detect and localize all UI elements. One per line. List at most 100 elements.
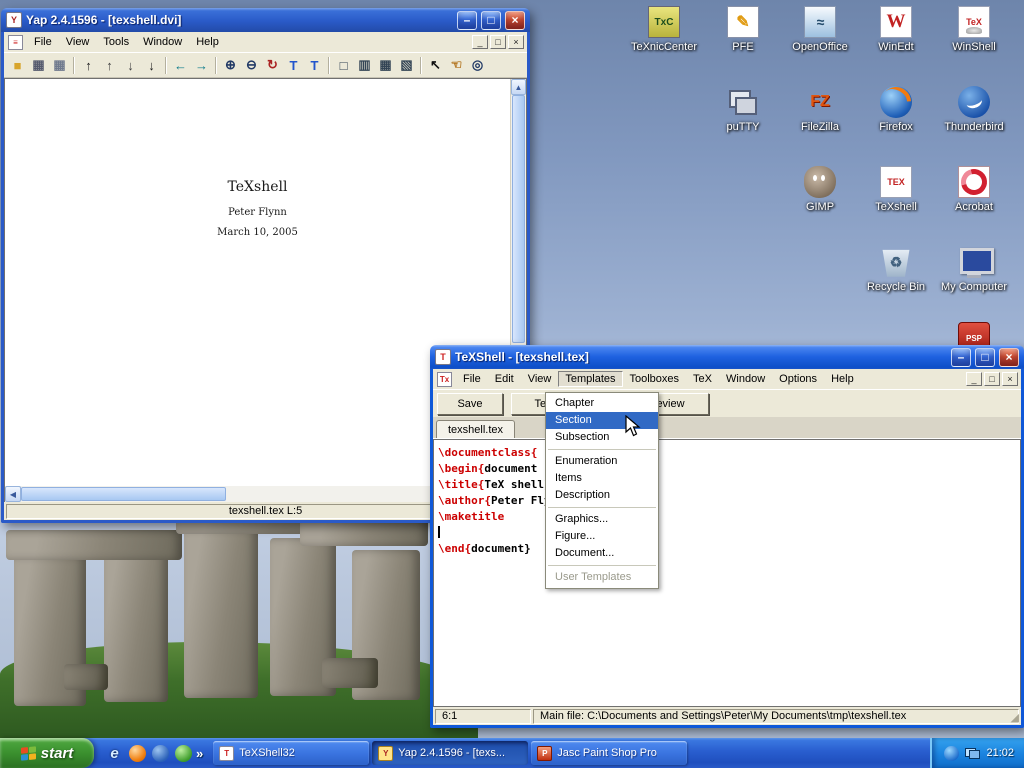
templates-menu-item-description[interactable]: Description: [546, 487, 658, 504]
mdi-close-button[interactable]: ×: [508, 35, 524, 49]
print-icon[interactable]: ▦: [28, 55, 49, 76]
layout-single-icon[interactable]: □: [333, 55, 354, 76]
desktop-icon-firefox[interactable]: Firefox: [858, 86, 934, 133]
texshell-menu-templates[interactable]: Templates: [558, 371, 622, 387]
code-editor[interactable]: \documentclass{\begin{document\title{TeX…: [433, 439, 1021, 707]
desktop-icon-recycle-bin[interactable]: ♻Recycle Bin: [858, 246, 934, 293]
zoom-in-icon[interactable]: ⊕: [220, 55, 241, 76]
open-icon[interactable]: ■: [7, 55, 28, 76]
horizontal-scroll-thumb[interactable]: [21, 487, 226, 501]
print-preview-icon[interactable]: ▦: [49, 55, 70, 76]
page-prev-icon[interactable]: ↑: [99, 55, 120, 76]
templates-menu-item-figure[interactable]: Figure...: [546, 528, 658, 545]
yap-menu-window[interactable]: Window: [136, 34, 189, 50]
minimize-button[interactable]: –: [951, 348, 971, 367]
texshell-menu-help[interactable]: Help: [824, 371, 861, 387]
texshell-window: T TeXShell - [texshell.tex] – □ × Tx Fil…: [430, 345, 1024, 728]
minimize-button[interactable]: –: [457, 11, 477, 30]
desktop-icon-acrobat[interactable]: Acrobat: [936, 166, 1012, 213]
text-large-icon[interactable]: T: [304, 55, 325, 76]
vertical-scroll-thumb[interactable]: [512, 95, 525, 343]
winedt-icon: W: [880, 6, 912, 38]
templates-menu-item-graphics[interactable]: Graphics...: [546, 511, 658, 528]
desktop-icon-openoffice[interactable]: ≈OpenOffice: [782, 6, 858, 53]
back-icon[interactable]: ←: [170, 55, 191, 76]
yap-menu-view[interactable]: View: [59, 34, 97, 50]
hand-tool-icon[interactable]: ☜: [446, 55, 467, 76]
restore-button[interactable]: □: [975, 348, 995, 367]
firefox-icon[interactable]: [129, 745, 146, 762]
task-label: Jasc Paint Shop Pro: [557, 747, 657, 759]
desktop-icon-pfe[interactable]: ✎PFE: [705, 6, 781, 53]
desktop-icon-filezilla[interactable]: FZFileZilla: [782, 86, 858, 133]
update-icon[interactable]: [944, 746, 959, 761]
magnifier-tool-icon[interactable]: ◎: [467, 55, 488, 76]
close-button[interactable]: ×: [999, 348, 1019, 367]
text-small-icon[interactable]: T: [283, 55, 304, 76]
yap-titlebar[interactable]: Y Yap 2.4.1596 - [texshell.dvi] – □ ×: [1, 8, 530, 32]
mdi-restore-button[interactable]: □: [984, 372, 1000, 386]
desktop-icon-putty[interactable]: puTTY: [705, 86, 781, 133]
resize-grip[interactable]: ◢: [1011, 711, 1019, 724]
scroll-left-icon[interactable]: ◀: [5, 486, 21, 502]
page-first-icon[interactable]: ↑: [78, 55, 99, 76]
internet-explorer-icon[interactable]: [106, 745, 123, 762]
tab-texshell-tex[interactable]: texshell.tex: [436, 420, 515, 438]
refresh-icon[interactable]: ↻: [262, 55, 283, 76]
desktop-icon-thunderbird[interactable]: Thunderbird: [936, 86, 1012, 133]
templates-menu-item-items[interactable]: Items: [546, 470, 658, 487]
layout-continuous-icon[interactable]: ▦: [375, 55, 396, 76]
start-button[interactable]: start: [0, 738, 94, 768]
layout-double-icon[interactable]: ▥: [354, 55, 375, 76]
desktop-icon-texshell[interactable]: TEXTeXshell: [858, 166, 934, 213]
desktop-icon-label: Acrobat: [936, 201, 1012, 213]
scroll-up-icon[interactable]: ▲: [511, 79, 526, 95]
mdi-minimize-button[interactable]: _: [966, 372, 982, 386]
network-icon[interactable]: [965, 746, 980, 761]
desktop-icon-label: OpenOffice: [782, 41, 858, 53]
desktop-icon-gimp[interactable]: GIMP: [782, 166, 858, 213]
layout-facing-icon[interactable]: ▧: [396, 55, 417, 76]
yap-menu-file[interactable]: File: [27, 34, 59, 50]
save-button[interactable]: Save: [437, 393, 503, 415]
taskbar-task-yap-2-4-1596-texs[interactable]: YYap 2.4.1596 - [texs...: [372, 741, 528, 765]
zoom-out-icon[interactable]: ⊖: [241, 55, 262, 76]
close-button[interactable]: ×: [505, 11, 525, 30]
taskbar-task-texshell32[interactable]: TTeXShell32: [213, 741, 369, 765]
templates-menu-item-chapter[interactable]: Chapter: [546, 395, 658, 412]
texshell-menu-view[interactable]: View: [521, 371, 559, 387]
texshell-titlebar[interactable]: T TeXShell - [texshell.tex] – □ ×: [430, 345, 1024, 369]
yap-menu-help[interactable]: Help: [189, 34, 226, 50]
texshell-menu-toolboxes[interactable]: Toolboxes: [623, 371, 687, 387]
desktop-icon-texniccenter[interactable]: TxCTeXnicCenter: [626, 6, 702, 53]
desktop-icon-winshell[interactable]: TeXWinShell: [936, 6, 1012, 53]
mdi-restore-button[interactable]: □: [490, 35, 506, 49]
thunderbird-icon[interactable]: [152, 745, 169, 762]
maximize-button[interactable]: □: [481, 11, 501, 30]
templates-menu-item-enumeration[interactable]: Enumeration: [546, 453, 658, 470]
texshell-menu-file[interactable]: File: [456, 371, 488, 387]
texshell-statusbar: 6:1 Main file: C:\Documents and Settings…: [433, 707, 1021, 725]
toolbar-separator: [165, 57, 167, 74]
select-tool-icon[interactable]: ↖: [425, 55, 446, 76]
texshell-menu-tex[interactable]: TeX: [686, 371, 719, 387]
mdi-minimize-button[interactable]: _: [472, 35, 488, 49]
mdi-close-button[interactable]: ×: [1002, 372, 1018, 386]
forward-icon[interactable]: →: [191, 55, 212, 76]
stone: [184, 526, 258, 698]
texshell-menu-window[interactable]: Window: [719, 371, 772, 387]
desktop-icon-winedt[interactable]: WWinEdt: [858, 6, 934, 53]
taskbar-task-jasc-paint-shop-pro[interactable]: PJasc Paint Shop Pro: [531, 741, 687, 765]
texshell-menu-options[interactable]: Options: [772, 371, 824, 387]
chevron-icon[interactable]: »: [196, 746, 207, 761]
desktop-icon-my-computer[interactable]: My Computer: [936, 246, 1012, 293]
code-line: \end{document}: [438, 541, 1020, 557]
page-last-icon[interactable]: ↓: [141, 55, 162, 76]
templates-menu-item-document[interactable]: Document...: [546, 545, 658, 562]
page-next-icon[interactable]: ↓: [120, 55, 141, 76]
texshell-menu-edit[interactable]: Edit: [488, 371, 521, 387]
templates-menu-item-user-templates[interactable]: User Templates: [546, 569, 658, 586]
yap-menu-tools[interactable]: Tools: [96, 34, 136, 50]
taskbar: start » TTeXShell32YYap 2.4.1596 - [texs…: [0, 738, 1024, 768]
media-player-icon[interactable]: [175, 745, 192, 762]
